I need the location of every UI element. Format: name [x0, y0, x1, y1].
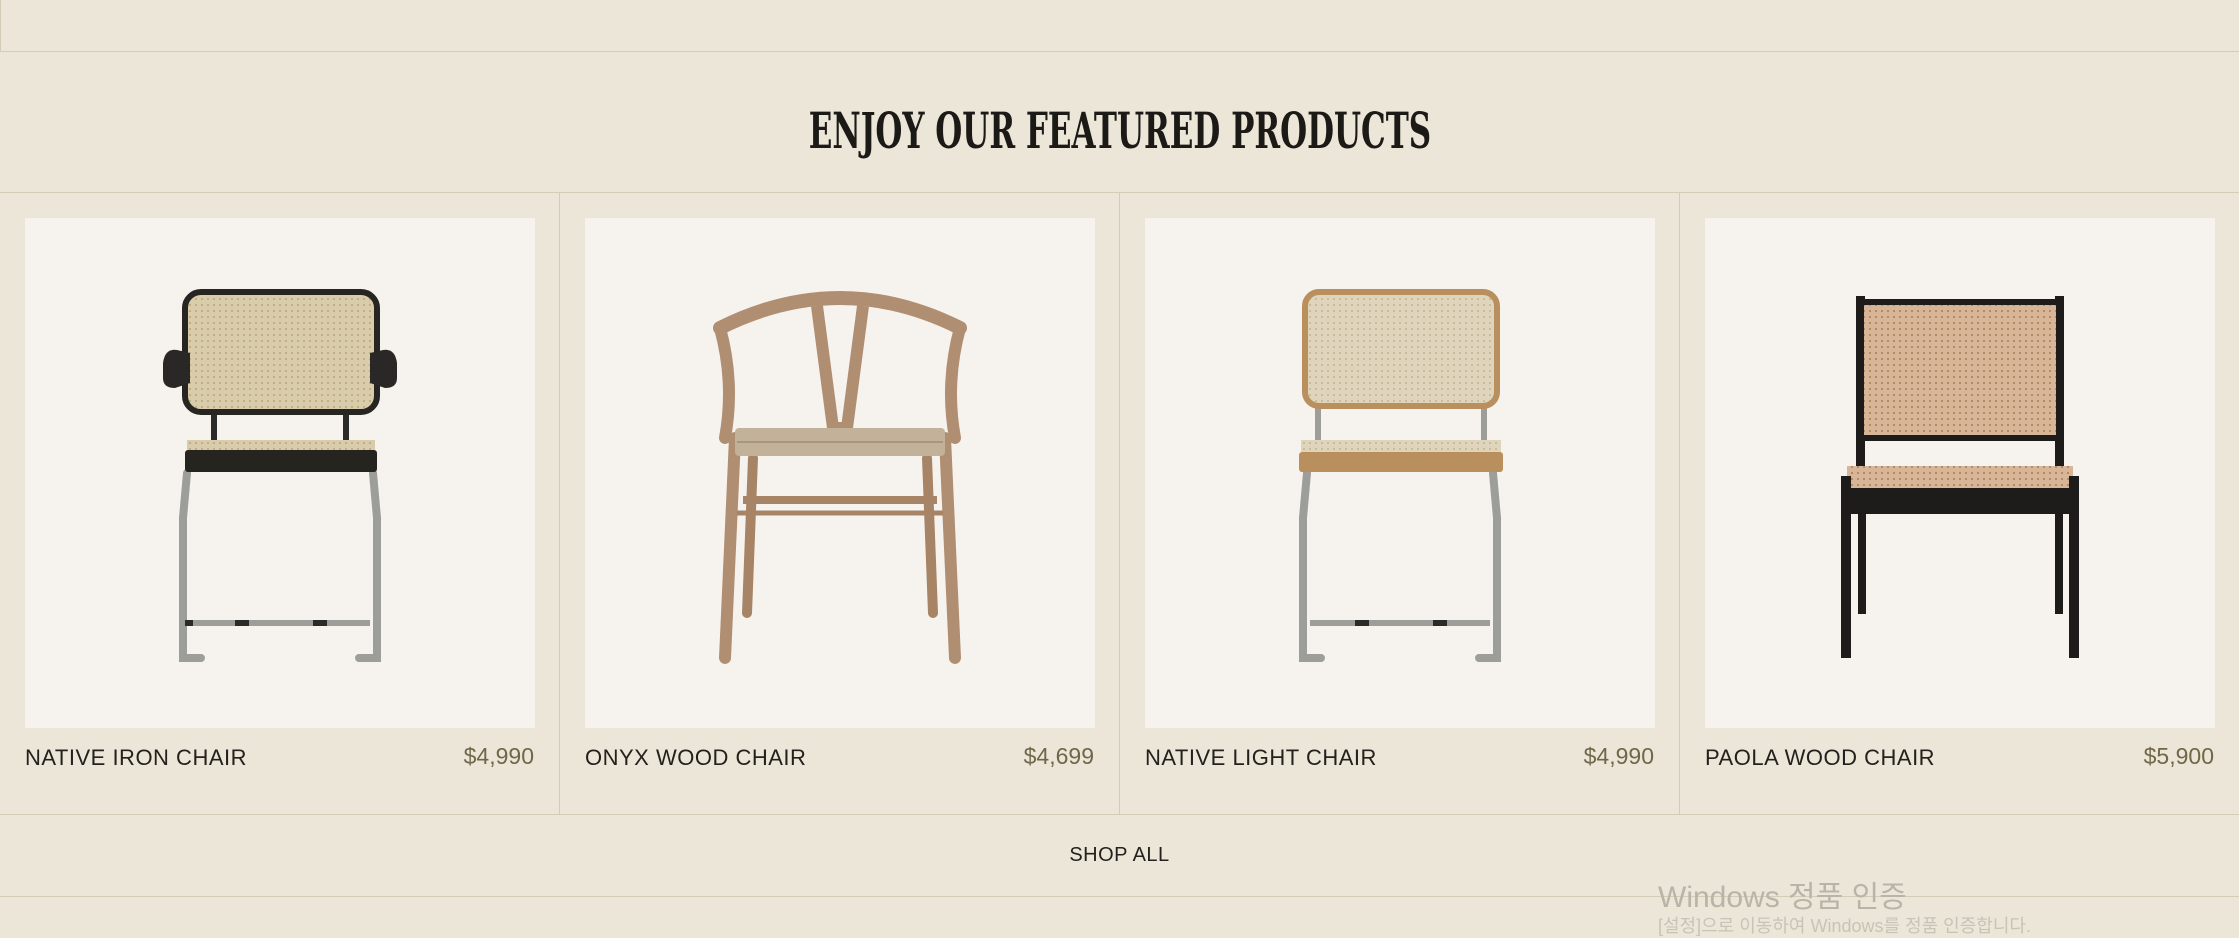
- product-image[interactable]: [1145, 218, 1655, 728]
- product-card[interactable]: PAOLA WOOD CHAIR $5,900: [1680, 193, 2239, 815]
- product-name[interactable]: NATIVE IRON CHAIR: [25, 745, 247, 771]
- product-name[interactable]: PAOLA WOOD CHAIR: [1705, 745, 1935, 771]
- product-image[interactable]: [1705, 218, 2215, 728]
- wishbone-wood-chair-icon: [713, 291, 967, 664]
- featured-heading-band: ENJOY OUR FEATURED PRODUCTS: [0, 52, 2239, 193]
- cantilever-cane-chair-icon: [1299, 289, 1503, 662]
- product-name[interactable]: NATIVE LIGHT CHAIR: [1145, 745, 1377, 771]
- product-price: $4,990: [463, 743, 534, 769]
- windows-activation-watermark: Windows 정품 인증: [1658, 881, 1907, 914]
- section-heading: ENJOY OUR FEATURED PRODUCTS: [808, 100, 1431, 160]
- product-image[interactable]: [585, 218, 1095, 728]
- black-frame-cane-lounge-chair-icon: [1841, 296, 2079, 658]
- product-card[interactable]: NATIVE IRON CHAIR $4,990: [0, 193, 560, 815]
- product-price: $4,699: [1023, 743, 1094, 769]
- cantilever-cane-armchair-icon: [163, 289, 397, 662]
- product-image[interactable]: [25, 218, 535, 728]
- windows-activation-watermark-sub: [설정]으로 이동하여 Windows를 정품 인증합니다.: [1658, 916, 2031, 936]
- top-band: [0, 0, 2239, 52]
- shop-all-link[interactable]: SHOP ALL: [1069, 844, 1169, 867]
- product-card[interactable]: NATIVE LIGHT CHAIR $4,990: [1120, 193, 1680, 815]
- product-grid: NATIVE IRON CHAIR $4,990 ONYX WOOD CHAIR…: [0, 193, 2239, 815]
- product-price: $5,900: [2143, 743, 2214, 769]
- product-name[interactable]: ONYX WOOD CHAIR: [585, 745, 806, 771]
- product-price: $4,990: [1583, 743, 1654, 769]
- product-card[interactable]: ONYX WOOD CHAIR $4,699: [560, 193, 1120, 815]
